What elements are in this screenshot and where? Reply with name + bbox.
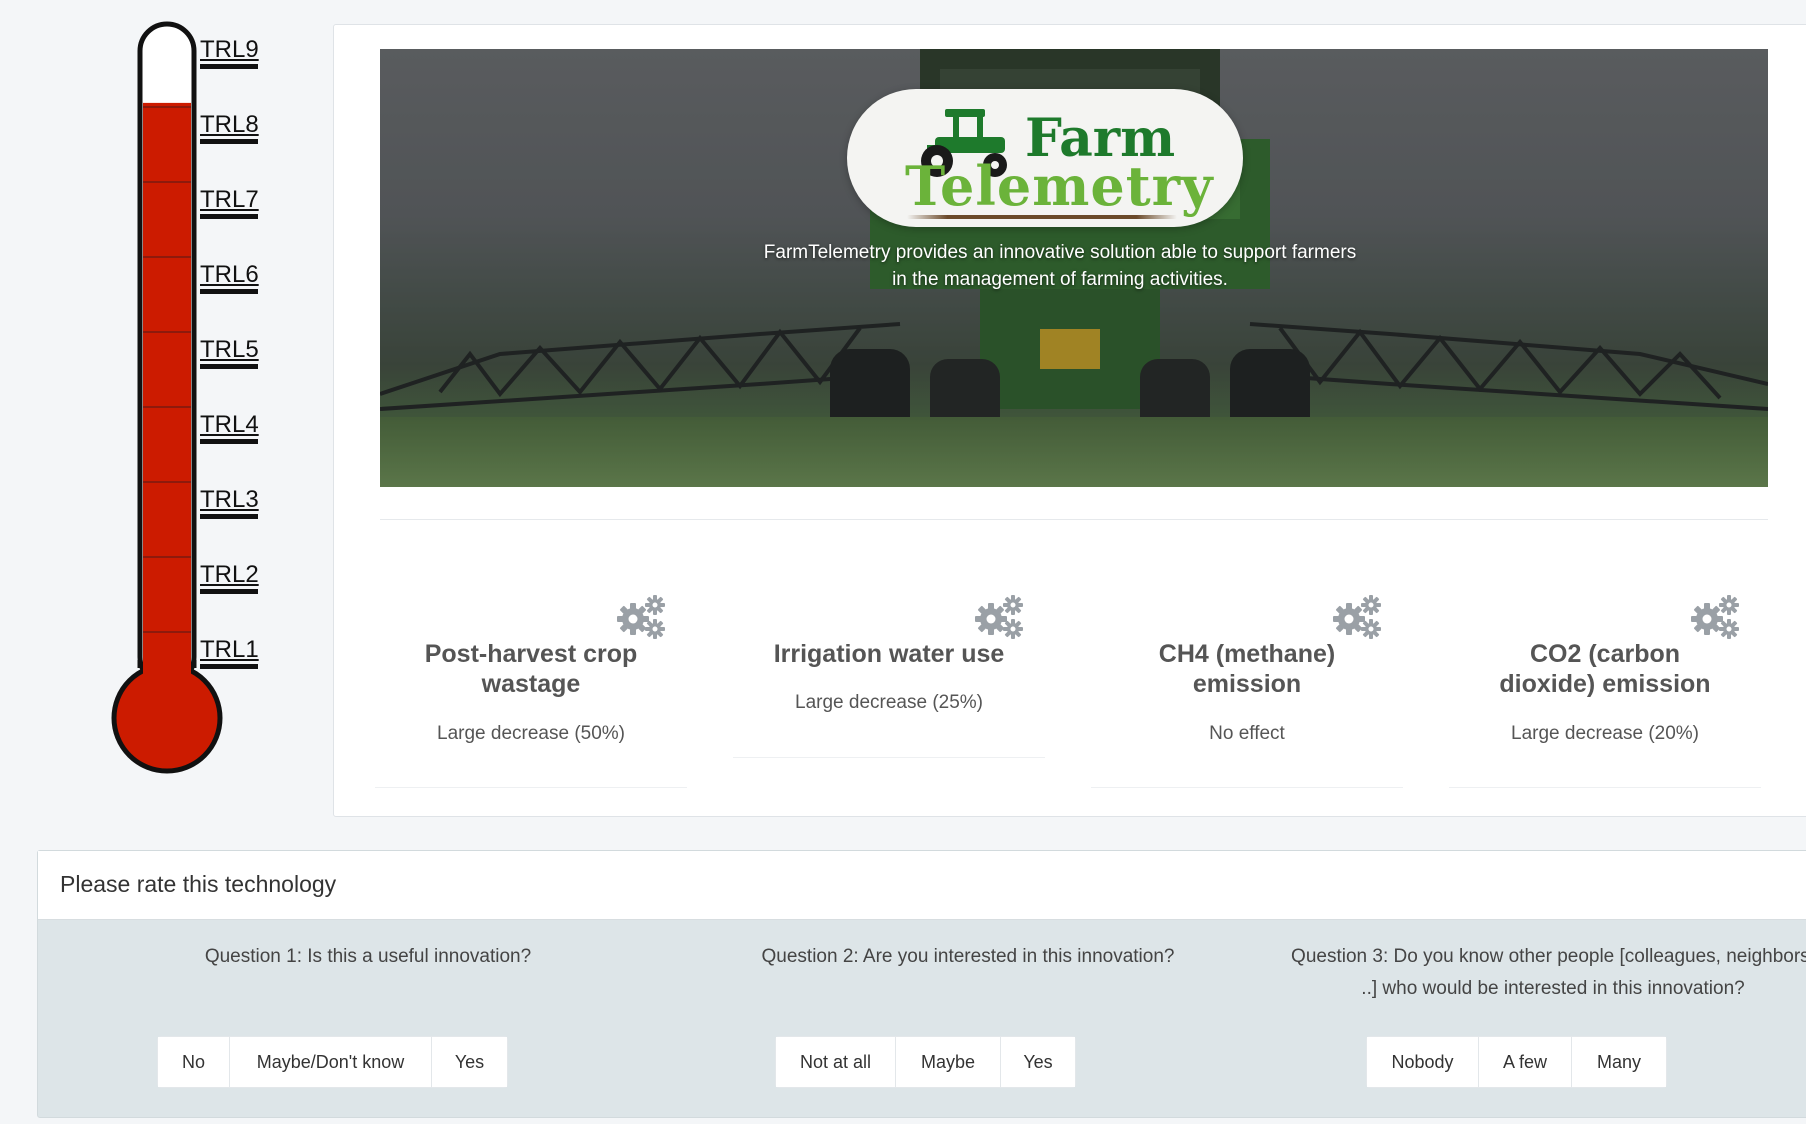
trl-label-trl2: TRL2 (200, 561, 259, 594)
gears-icon (617, 595, 665, 639)
product-description-line2: in the management of farming activities. (892, 269, 1228, 290)
logo-text-telemetry: Telemetry (905, 154, 1214, 218)
impact-value: No effect (1209, 723, 1285, 744)
rating-panel-header: Please rate this technology (38, 851, 1806, 920)
q3-option-a-few[interactable]: A few (1479, 1037, 1572, 1087)
impact-card-methane: CH4 (methane) emission No effect (1091, 565, 1403, 788)
thermometer-bulb (111, 662, 223, 774)
question-1-options: No Maybe/Don't know Yes (158, 1037, 507, 1087)
q3-option-nobody[interactable]: Nobody (1367, 1037, 1479, 1087)
trl-label-trl9: TRL9 (200, 36, 259, 69)
thermometer-graphic (111, 21, 223, 774)
farm-telemetry-logo: Farm Telemetry (847, 89, 1243, 227)
product-description-line1: FarmTelemetry provides an innovative sol… (763, 242, 1357, 263)
impact-title: CH4 (methane) emission (1158, 640, 1336, 698)
trl-label-trl1: TRL1 (200, 636, 259, 669)
rating-panel-title: Please rate this technology (60, 871, 337, 897)
q3-option-many[interactable]: Many (1572, 1037, 1666, 1087)
q2-option-maybe[interactable]: Maybe (896, 1037, 1001, 1087)
question-2-text: Question 2: Are you interested in this i… (761, 946, 1175, 967)
impact-title: CO2 (carbon dioxide) emission (1499, 640, 1711, 698)
trl-label-trl6: TRL6 (200, 261, 259, 294)
trl-label-trl5: TRL5 (200, 336, 259, 369)
q1-option-no[interactable]: No (158, 1037, 230, 1087)
gears-icon (975, 595, 1023, 639)
thermometer-fill (143, 102, 191, 686)
impact-value: Large decrease (20%) (1511, 723, 1699, 744)
trl-label-trl8: TRL8 (200, 111, 259, 144)
impact-card-crop-wastage: Post-harvest crop wastage Large decrease… (375, 565, 687, 788)
trl-thermometer: TRL9 TRL8 TRL7 TRL6 TRL5 TRL4 TRL3 TRL2 TRL1 (0, 0, 330, 800)
impact-title: Irrigation water use (773, 640, 1005, 668)
product-description: FarmTelemetry provides an innovative sol… (680, 239, 1440, 293)
trl-label-trl4: TRL4 (200, 411, 259, 444)
impact-value: Large decrease (50%) (437, 723, 625, 744)
question-3-options: Nobody A few Many (1367, 1037, 1666, 1087)
trl-label-trl3: TRL3 (200, 486, 259, 519)
gears-icon (1333, 595, 1381, 639)
rating-panel: Please rate this technology Question 1: … (37, 850, 1806, 1118)
q2-option-not-at-all[interactable]: Not at all (776, 1037, 896, 1087)
question-2-options: Not at all Maybe Yes (776, 1037, 1075, 1087)
impact-card-irrigation: Irrigation water use Large decrease (25%… (733, 565, 1045, 758)
trl-label-trl7: TRL7 (200, 186, 259, 219)
impact-title: Post-harvest crop wastage (424, 640, 638, 698)
question-3-text-line1: Question 3: Do you know other people [co… (1291, 946, 1806, 967)
impact-card-co2: CO2 (carbon dioxide) emission Large decr… (1449, 565, 1761, 788)
card-divider (380, 519, 1768, 520)
q2-option-yes[interactable]: Yes (1001, 1037, 1075, 1087)
product-card: Farm Telemetry FarmTelemetry provides an… (333, 24, 1806, 817)
product-banner: Farm Telemetry FarmTelemetry provides an… (380, 49, 1768, 487)
q1-option-yes[interactable]: Yes (432, 1037, 507, 1087)
question-3-text: Question 3: Do you know other people [co… (1233, 941, 1806, 1005)
gears-icon (1691, 595, 1739, 639)
question-1-text: Question 1: Is this a useful innovation? (204, 946, 532, 967)
impact-value: Large decrease (25%) (795, 692, 983, 713)
question-3-text-line2: ..] who would be interested in this inno… (1361, 978, 1745, 999)
q1-option-maybe[interactable]: Maybe/Don't know (230, 1037, 432, 1087)
